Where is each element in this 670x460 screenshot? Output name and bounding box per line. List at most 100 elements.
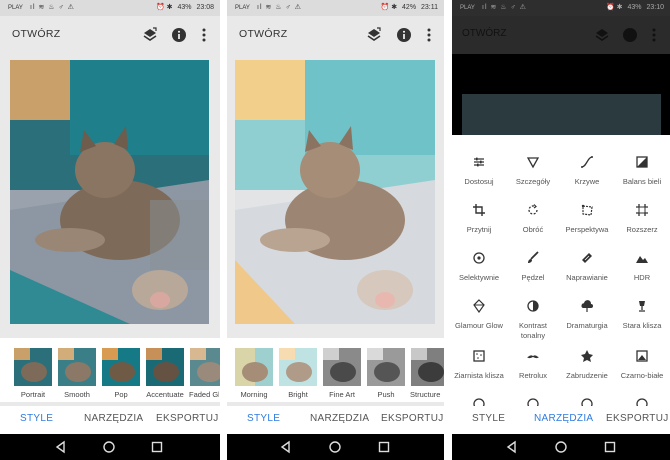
tool-expand[interactable]: Rozszerz <box>615 203 669 235</box>
partial-tool-icon <box>527 398 539 406</box>
tool-label: Perspektywa <box>565 225 609 234</box>
clock: 23:10 <box>646 4 664 11</box>
clock: 23:11 <box>421 4 438 11</box>
tab-tools[interactable]: NARZĘDZIA <box>84 413 143 424</box>
layers-undo-icon[interactable] <box>140 25 160 45</box>
tool-label: Rozszerz <box>626 225 658 234</box>
tool-retrolux-mustache[interactable]: Retrolux <box>506 349 560 381</box>
tool-selective[interactable]: Selektywnie <box>452 251 506 283</box>
back-icon[interactable] <box>279 440 293 454</box>
look-label: Faded Gl <box>189 390 219 399</box>
tool-crop[interactable]: Przytnij <box>452 203 506 235</box>
tool-label: Retrolux <box>519 371 547 380</box>
tab-export[interactable]: EKSPORTUJ <box>381 413 444 424</box>
dimmed-background[interactable]: OTWÓRZ <box>452 16 670 135</box>
tool-hdr-mountain[interactable]: HDR <box>615 251 669 283</box>
look-thumbnail-bright[interactable] <box>279 348 317 386</box>
look-thumbnail-faded-glow[interactable] <box>190 348 220 386</box>
look-thumbnail-smooth[interactable] <box>58 348 96 386</box>
tool-label: HDR <box>633 273 651 282</box>
recents-icon[interactable] <box>377 440 391 454</box>
tool-brush[interactable]: Pędzel <box>506 251 560 283</box>
tool-rotate[interactable]: Obróć <box>506 203 560 235</box>
look-label: Bright <box>288 390 308 399</box>
cat-photo <box>10 60 209 324</box>
look-thumbnail-pop[interactable] <box>102 348 140 386</box>
selective-icon <box>473 252 485 264</box>
tool-perspective[interactable]: Perspektywa <box>560 203 614 235</box>
tool-grainy-film[interactable]: Ziarnista klisza <box>452 349 506 381</box>
more-options-icon <box>652 28 656 42</box>
home-icon[interactable] <box>102 440 116 454</box>
tab-style[interactable]: STYLE <box>20 413 53 424</box>
cat-photo-filtered <box>235 60 435 324</box>
more-options-icon[interactable] <box>194 25 214 45</box>
expand-icon <box>636 204 648 216</box>
android-nav-bar <box>0 434 220 460</box>
home-icon[interactable] <box>328 440 342 454</box>
dimmed-app-bar: OTWÓRZ <box>452 16 670 54</box>
recents-icon[interactable] <box>603 440 617 454</box>
look-thumbnail-portrait[interactable] <box>14 348 52 386</box>
crop-icon <box>473 204 485 216</box>
battery-level: 43% <box>177 4 192 11</box>
back-icon[interactable] <box>505 440 519 454</box>
tool-label: Glamour Glow <box>455 321 503 330</box>
info-icon[interactable] <box>394 25 414 45</box>
back-icon[interactable] <box>54 440 68 454</box>
clock: 23:08 <box>196 4 214 11</box>
tab-tools[interactable]: NARZĘDZIA <box>310 413 369 424</box>
look-thumbnail-structure[interactable] <box>411 348 444 386</box>
tool-tonal-contrast[interactable]: Kontrast tonalny <box>506 299 560 341</box>
battery-level: 43% <box>627 4 642 11</box>
tool-partial-icon[interactable] <box>560 397 614 406</box>
tool-label: Kontrast tonalny <box>519 321 547 340</box>
phone-screen-style-1: PLAY ıl ≋ ♨ ♂ ⚠ ⏰ ✱ 43% 23:08 OTWÓRZ Por… <box>0 0 220 460</box>
tool-curves[interactable]: Krzywe <box>560 155 614 187</box>
tool-black-white[interactable]: Czarno-białe <box>615 349 669 381</box>
tab-style[interactable]: STYLE <box>247 413 280 424</box>
status-icons: ıl ≋ ♨ ♂ ⚠ <box>482 4 527 11</box>
tool-white-balance[interactable]: Balans bieli <box>615 155 669 187</box>
tool-drama-cloud[interactable]: Dramaturgia <box>560 299 614 331</box>
more-options-icon[interactable] <box>419 25 439 45</box>
tool-partial-icon[interactable] <box>615 397 669 406</box>
tool-tune[interactable]: Dostosuj <box>452 155 506 187</box>
look-thumbnail-morning[interactable] <box>235 348 273 386</box>
status-icons: ıl ≋ ♨ ♂ ⚠ <box>30 4 75 11</box>
open-button[interactable]: OTWÓRZ <box>239 28 287 40</box>
tool-details-triangle[interactable]: Szczegóły <box>506 155 560 187</box>
open-button[interactable]: OTWÓRZ <box>12 28 60 40</box>
recents-icon[interactable] <box>150 440 164 454</box>
tab-tools[interactable]: NARZĘDZIA <box>534 413 593 424</box>
drama-cloud-icon <box>581 300 593 312</box>
tab-export[interactable]: EKSPORTUJ <box>156 413 219 424</box>
tool-partial-icon[interactable] <box>452 397 506 406</box>
tab-export[interactable]: EKSPORTUJ <box>606 413 669 424</box>
look-thumbnail-fine-art[interactable] <box>323 348 361 386</box>
tool-partial-icon[interactable] <box>506 397 560 406</box>
partial-tool-icon <box>636 398 648 406</box>
look-label: Portrait <box>20 390 46 399</box>
tab-style[interactable]: STYLE <box>472 413 505 424</box>
tool-vintage-lamp[interactable]: Stara klisza <box>615 299 669 331</box>
tool-grunge[interactable]: Zabrudzenie <box>560 349 614 381</box>
carrier-label: PLAY <box>460 5 475 11</box>
tool-label: Naprawianie <box>566 273 608 282</box>
details-triangle-icon <box>526 157 540 169</box>
info-icon[interactable] <box>169 25 189 45</box>
layers-undo-icon[interactable] <box>364 25 384 45</box>
tool-glamour-glow[interactable]: Glamour Glow <box>452 299 506 331</box>
look-thumbnail-push[interactable] <box>367 348 405 386</box>
tool-label: Pędzel <box>521 273 545 282</box>
look-thumbnail-accentuate[interactable] <box>146 348 184 386</box>
layers-undo-icon <box>595 29 609 41</box>
tool-healing[interactable]: Naprawianie <box>560 251 614 283</box>
bottom-tabs: STYLE NARZĘDZIA EKSPORTUJ <box>0 406 220 434</box>
tool-label: Ziarnista klisza <box>454 371 504 380</box>
status-bar: PLAY ıl ≋ ♨ ♂ ⚠ ⏰ ✱ 43% 23:08 <box>0 0 220 16</box>
home-icon[interactable] <box>554 440 568 454</box>
bottom-tabs: STYLE NARZĘDZIA EKSPORTUJ <box>452 406 670 434</box>
tool-label: Szczegóły <box>515 177 551 186</box>
tool-label: Przytnij <box>466 225 492 234</box>
